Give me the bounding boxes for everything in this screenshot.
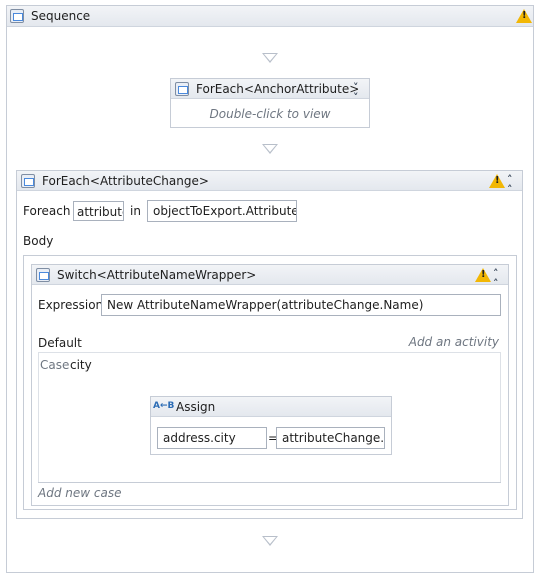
in-label: in bbox=[130, 204, 141, 218]
item-variable-field[interactable]: attribute bbox=[73, 201, 124, 221]
foreach-change-header[interactable]: ForEach<AttributeChange> ˄˄ bbox=[17, 171, 522, 195]
body-label: Body bbox=[23, 234, 54, 248]
case-value[interactable]: city bbox=[70, 358, 92, 372]
switch-activity[interactable]: Switch<AttributeNameWrapper> ˄˄ Expressi… bbox=[31, 264, 509, 506]
collection-field[interactable]: objectToExport.AttributeC bbox=[147, 200, 297, 222]
assign-to-field[interactable]: address.city bbox=[157, 427, 267, 449]
default-label: Default bbox=[38, 336, 82, 350]
foreach-anchor-header[interactable]: ForEach<AnchorAttribute> ˅ ˅ bbox=[171, 79, 369, 103]
foreach-icon bbox=[21, 174, 35, 188]
body-container[interactable]: Switch<AttributeNameWrapper> ˄˄ Expressi… bbox=[23, 255, 517, 510]
sequence-header[interactable]: Sequence bbox=[7, 6, 533, 27]
warning-icon[interactable] bbox=[516, 9, 532, 23]
add-new-case-link[interactable]: Add new case bbox=[38, 486, 121, 500]
case-divider bbox=[38, 482, 501, 483]
sequence-icon bbox=[10, 9, 24, 23]
cases-area: Case city A←B Assign address.city = attr… bbox=[38, 352, 501, 482]
warning-icon[interactable] bbox=[489, 174, 505, 188]
add-activity-link[interactable]: Add an activity bbox=[409, 335, 499, 349]
foreach-anchor-title: ForEach<AnchorAttribute> bbox=[196, 82, 360, 96]
assign-value-field[interactable]: attributeChange.Va bbox=[276, 427, 385, 449]
foreach-anchor-activity[interactable]: ForEach<AnchorAttribute> ˅ ˅ Double-click… bbox=[170, 78, 370, 128]
collapse-icon[interactable]: ˄ ˄ bbox=[493, 268, 498, 289]
double-click-hint: Double-click to view bbox=[209, 107, 331, 121]
warning-icon[interactable] bbox=[475, 268, 491, 282]
foreach-label: Foreach bbox=[23, 204, 71, 218]
collapse-icon[interactable]: ˄ ˄ bbox=[507, 174, 512, 195]
expression-field[interactable]: New AttributeNameWrapper(attributeChange… bbox=[101, 294, 501, 316]
case-label: Case bbox=[40, 358, 70, 372]
drop-target-arrow[interactable] bbox=[262, 53, 278, 63]
drop-target-arrow[interactable] bbox=[262, 536, 278, 546]
switch-title: Switch<AttributeNameWrapper> bbox=[57, 268, 257, 282]
assign-activity[interactable]: A←B Assign address.city = attributeChang… bbox=[150, 396, 392, 455]
expand-icon[interactable]: ˅ ˅ bbox=[353, 82, 358, 103]
foreach-icon bbox=[175, 82, 189, 96]
assign-title: Assign bbox=[176, 400, 216, 414]
drop-target-arrow[interactable] bbox=[262, 144, 278, 154]
assign-header[interactable]: A←B Assign bbox=[151, 397, 391, 417]
sequence-title: Sequence bbox=[31, 9, 91, 23]
assign-icon: A←B bbox=[153, 401, 175, 411]
foreach-change-activity[interactable]: ForEach<AttributeChange> ˄˄ Foreach attr… bbox=[16, 170, 523, 519]
switch-header[interactable]: Switch<AttributeNameWrapper> ˄˄ bbox=[32, 265, 508, 289]
expression-label: Expression bbox=[38, 298, 104, 312]
foreach-change-title: ForEach<AttributeChange> bbox=[42, 174, 209, 188]
switch-icon bbox=[36, 268, 50, 282]
